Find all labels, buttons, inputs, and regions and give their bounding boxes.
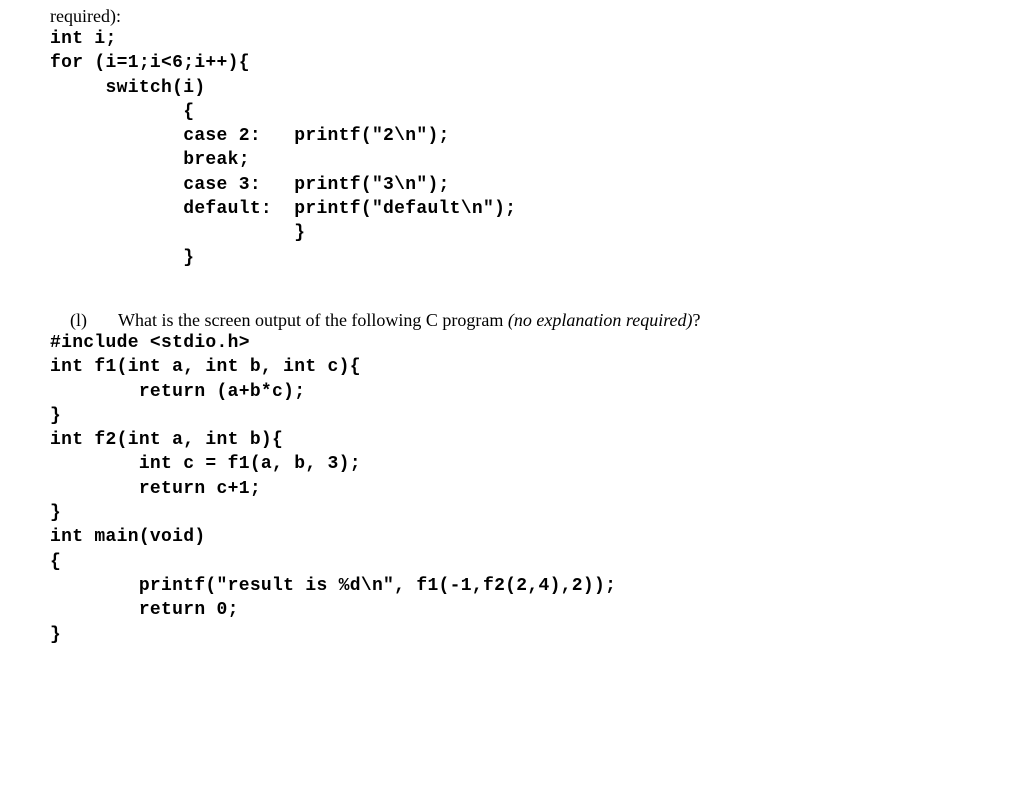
question-l-text: What is the screen output of the followi…	[118, 310, 701, 331]
question-l-end: ?	[693, 310, 701, 330]
label-l: (l)	[50, 310, 90, 331]
question-l-plain: What is the screen output of the followi…	[118, 310, 508, 330]
page-container: (k) What is the screen output of the fol…	[0, 0, 1024, 647]
question-l-italic: (no explanation required)	[508, 310, 693, 330]
question-l: (l) What is the screen output of the fol…	[50, 310, 974, 331]
code-block-k: int i; for (i=1;i<6;i++){ switch(i) { ca…	[50, 27, 974, 270]
required-text: required):	[50, 6, 974, 27]
code-block-l: #include <stdio.h> int f1(int a, int b, …	[50, 331, 974, 647]
